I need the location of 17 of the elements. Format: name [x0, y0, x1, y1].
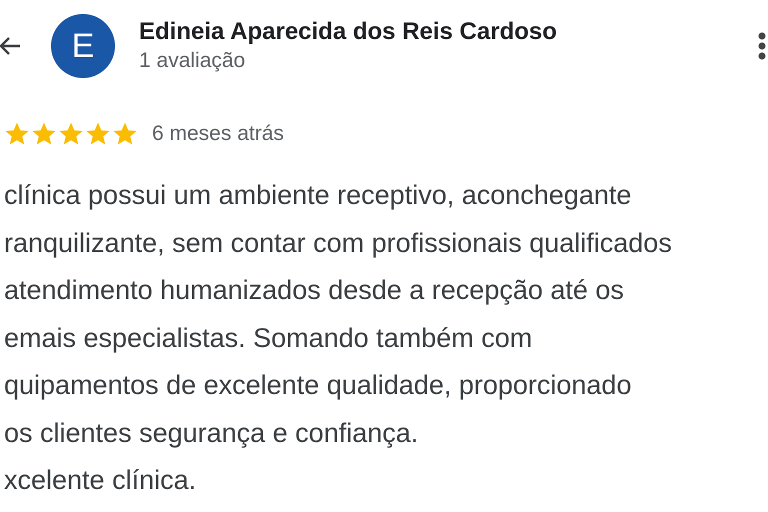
review-text-line: quipamentos de excelente qualidade, proporcionado: [4, 369, 632, 402]
review-date: 6 meses atrás: [152, 122, 284, 146]
star-icon: [31, 121, 57, 147]
more-options-icon[interactable]: [758, 31, 766, 61]
star-icon: [58, 121, 84, 147]
review-text-line: atendimento humanizados desde a recepção até os: [4, 274, 625, 307]
review-text-line: os clientes segurança e confiança.: [4, 416, 420, 450]
star-icon: [112, 121, 138, 147]
review-text-line: xcelente clínica.: [4, 464, 198, 497]
review-text-line: clínica possui um ambiente receptivo, aconchegante: [4, 179, 632, 212]
review-text-line: emais especialistas. Somando também com: [4, 322, 534, 355]
star-icon: [85, 121, 111, 147]
avatar: E: [51, 14, 115, 78]
reviewer-name[interactable]: Edineia Aparecida dos Reis Cardoso: [139, 17, 758, 47]
star-icon: [4, 121, 30, 147]
review-text-line: ranquilizante, sem contar com profissionais qualificados: [4, 226, 673, 260]
review-count: 1 avaliação: [139, 48, 246, 74]
